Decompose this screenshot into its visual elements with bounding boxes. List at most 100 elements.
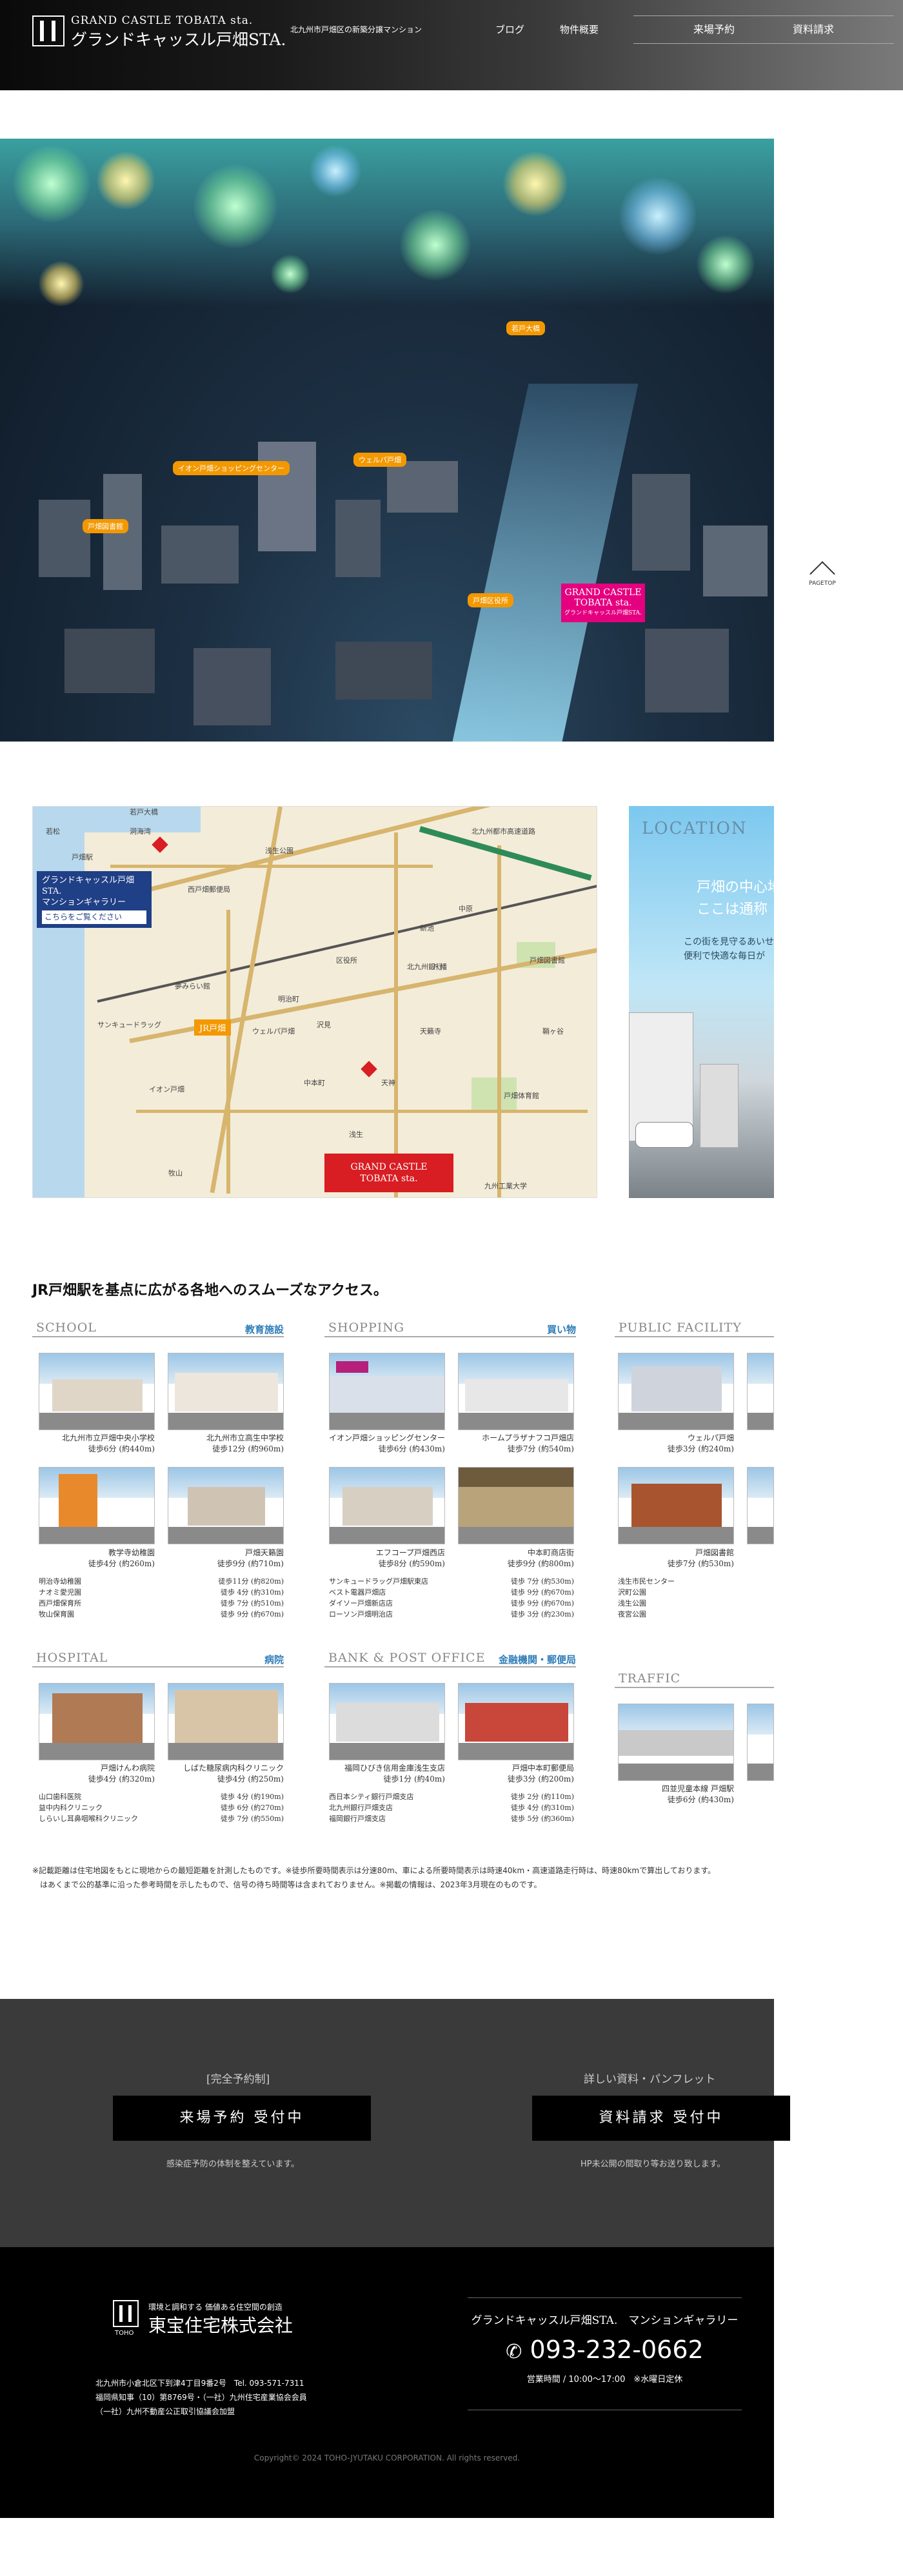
category-school: SCHOOL 教育施設 bbox=[32, 1321, 284, 1337]
list-school-2: ナオミ愛児園 徒歩 4分 (約310m) bbox=[39, 1587, 284, 1598]
address-line: 福岡県知事（10）第8769号・（一社）九州住宅産業協会会員 bbox=[95, 2393, 307, 2402]
caption-name: エフコープ戸畑西店 bbox=[375, 1548, 445, 1557]
photo-bank-2 bbox=[458, 1683, 574, 1760]
caption-school-2: 北九州市立高生中学校 徒歩12分 (約960m) bbox=[168, 1433, 284, 1455]
hero-property-pin: GRAND CASTLE TOBATA sta. グランドキャッスル戸畑STA. bbox=[561, 584, 645, 622]
caption-name: 戸畑天籟園 bbox=[244, 1548, 284, 1557]
caption-hospital-2: しばた糖尿病内科クリニック 徒歩4分 (約250m) bbox=[168, 1763, 284, 1785]
photo-school-4 bbox=[168, 1467, 284, 1544]
hero-label-ward-office: 戸畑区役所 bbox=[468, 593, 513, 607]
list-name: 夜宮公園 bbox=[618, 1610, 646, 1618]
request-materials-button[interactable]: 資料請求 bbox=[733, 15, 894, 44]
hero-pin-line: グランドキャッスル戸畑STA. bbox=[564, 610, 642, 616]
pagetop-button[interactable]: PAGETOP bbox=[804, 558, 840, 591]
caption-school-1: 北九州市立戸畑中央小学校 徒歩6分 (約440m) bbox=[39, 1433, 155, 1455]
caption-distance: 徒歩6分 (約440m) bbox=[88, 1444, 155, 1453]
map-label: ウェルパ戸畑 bbox=[252, 1027, 295, 1036]
visit-reservation-cta-button[interactable]: 来場予約 受付中 bbox=[113, 2096, 371, 2141]
list-name: しらいし耳鼻咽喉科クリニック bbox=[39, 1814, 138, 1823]
list-hospital-3: しらいし耳鼻咽喉科クリニック 徒歩 7分 (約550m) bbox=[39, 1813, 284, 1824]
map-label: 明治町 bbox=[278, 995, 299, 1003]
company-logo-mark[interactable] bbox=[113, 2300, 139, 2327]
note-line: ※記載距離は住宅地図をもとに現地からの最短距離を計測したものです。※徒歩所要時間… bbox=[32, 1866, 716, 1875]
photo-traffic-2 bbox=[747, 1704, 774, 1781]
map-label: 沢見 bbox=[317, 1021, 331, 1029]
map-label: 戸畑駅 bbox=[72, 853, 93, 861]
map-property-pin: GRAND CASTLE TOBATA sta. bbox=[324, 1154, 453, 1192]
cta-section: [完全予約制] 来場予約 受付中 感染症予防の体制を整えています。 詳しい資料・… bbox=[0, 1999, 790, 2247]
nav-overview[interactable]: 物件概要 bbox=[560, 23, 599, 36]
map-station-label: JR戸畑 bbox=[194, 1019, 231, 1036]
hero-label-wakato-bridge: 若戸大橋 bbox=[506, 321, 545, 335]
nav-blog[interactable]: ブログ bbox=[495, 23, 524, 36]
list-name: 沢町公園 bbox=[618, 1588, 646, 1597]
map-label: 北九州都市高速道路 bbox=[471, 827, 535, 836]
caption-name: 戸畑中本町郵便局 bbox=[511, 1764, 574, 1773]
list-public-1: 浅生市民センター bbox=[618, 1576, 774, 1587]
caption-distance: 徒歩9分 (約800m) bbox=[507, 1559, 574, 1568]
list-distance: 徒歩 9分 (約670m) bbox=[510, 1588, 574, 1597]
company-name[interactable]: 東宝住宅株式会社 bbox=[148, 2312, 293, 2337]
map-label: 西戸畑郵便局 bbox=[188, 885, 230, 894]
list-name: 福岡銀行戸畑支店 bbox=[329, 1814, 386, 1823]
hero-pin-line: TOBATA sta. bbox=[574, 598, 632, 608]
request-materials-cta-button[interactable]: 資料請求 受付中 bbox=[532, 2096, 790, 2141]
caption-distance: 徒歩6分 (約430m) bbox=[667, 1795, 734, 1804]
category-en: BANK & POST OFFICE bbox=[328, 1651, 486, 1665]
map-label: 戸畑体育館 bbox=[504, 1092, 539, 1100]
list-shopping-3: ダイソー戸畑新店店 徒歩 9分 (約670m) bbox=[329, 1598, 574, 1609]
company-logo-text: TOHO bbox=[115, 2330, 134, 2337]
map-label: 新池 bbox=[420, 924, 434, 932]
map-label: 中本町 bbox=[304, 1079, 325, 1087]
gallery-hours: 営業時間 / 10:00～17:00 ※水曜日定休 bbox=[526, 2375, 683, 2384]
location-heading: 戸畑の中心地。 ここは通称「浅生」。 bbox=[697, 877, 774, 921]
logo-jp[interactable]: グランドキャッスル戸畑STA. bbox=[71, 27, 286, 50]
map-label: 鞘ヶ谷 bbox=[542, 1027, 564, 1036]
logo-mark[interactable] bbox=[32, 15, 64, 46]
caption-distance: 徒歩8分 (約590m) bbox=[378, 1559, 445, 1568]
list-bank-3: 福岡銀行戸畑支店 徒歩 5分 (約360m) bbox=[329, 1813, 574, 1824]
map-gallery-box[interactable]: グランドキャッスル戸畑STA. マンションギャラリー こちらをご覧ください bbox=[37, 871, 152, 928]
caption-distance: 徒歩9分 (約710m) bbox=[217, 1559, 284, 1568]
list-name: 浅生公園 bbox=[618, 1599, 646, 1608]
map-pin-line: TOBATA sta. bbox=[360, 1174, 418, 1184]
list-school-3: 西戸畑保育所 徒歩 7分 (約510m) bbox=[39, 1598, 284, 1609]
list-distance: 徒歩11分 (約820m) bbox=[218, 1577, 284, 1586]
hero-label-welpa: ウェルパ戸畑 bbox=[353, 453, 406, 467]
map-gallery-line: マンションギャラリー bbox=[42, 898, 126, 907]
list-name: ナオミ愛児園 bbox=[39, 1588, 81, 1597]
list-distance: 徒歩 6分 (約270m) bbox=[220, 1804, 284, 1812]
gallery-link-button[interactable]: こちらをご覧ください bbox=[42, 910, 146, 924]
list-name: サンキュードラッグ戸畑駅東店 bbox=[329, 1577, 428, 1586]
caption-distance: 徒歩7分 (約530m) bbox=[667, 1559, 734, 1568]
address-line: （一社）九州不動産公正取引協議会加盟 bbox=[95, 2407, 235, 2416]
map-label: 天神 bbox=[381, 1079, 395, 1087]
caption-name: ウェルパ戸畑 bbox=[687, 1433, 734, 1442]
category-jp: 買い物 bbox=[546, 1324, 576, 1335]
category-en: SHOPPING bbox=[328, 1321, 405, 1335]
caption-traffic-1: 四並児童本線 戸畑駅 徒歩6分 (約430m) bbox=[618, 1784, 734, 1805]
map-label: 中原 bbox=[459, 905, 473, 913]
caption-shopping-2: ホームプラザナフコ戸畑店 徒歩7分 (約540m) bbox=[458, 1433, 574, 1455]
list-name: 明治寺幼稚園 bbox=[39, 1577, 81, 1586]
hero-label-aeon: イオン戸畑ショッピングセンター bbox=[173, 461, 290, 475]
logo-en[interactable]: GRAND CASTLE TOBATA sta. bbox=[71, 14, 253, 27]
gallery-name: グランドキャッスル戸畑STA. マンションギャラリー bbox=[471, 2314, 739, 2327]
caption-name: 中本町商店街 bbox=[527, 1548, 574, 1557]
list-bank-1: 西日本シティ銀行戸畑支店 徒歩 2分 (約110m) bbox=[329, 1791, 574, 1802]
list-name: 益中内科クリニック bbox=[39, 1804, 103, 1812]
photo-school-2 bbox=[168, 1353, 284, 1430]
list-distance: 徒歩 9分 (約670m) bbox=[510, 1599, 574, 1608]
caption-name: ホームプラザナフコ戸畑店 bbox=[482, 1433, 574, 1442]
category-jp: 教育施設 bbox=[244, 1324, 284, 1335]
map-gallery-line: グランドキャッスル戸畑STA. bbox=[42, 876, 135, 896]
company-address: 北九州市小倉北区下到津4丁目9番2号 Tel. 093-571-7311 福岡県… bbox=[95, 2376, 307, 2419]
category-jp: 金融機関・郵便局 bbox=[498, 1654, 576, 1666]
photo-bank-1 bbox=[329, 1683, 445, 1760]
location-badge: LOCATION bbox=[635, 815, 748, 850]
phone-number[interactable]: 093-232-0662 bbox=[530, 2335, 704, 2364]
caption-name: 戸畑図書館 bbox=[695, 1548, 734, 1557]
caption-hospital-1: 戸畑けんわ病院 徒歩4分 (約320m) bbox=[39, 1763, 155, 1785]
gallery-phone[interactable]: ✆ 093-232-0662 bbox=[468, 2335, 742, 2364]
photo-school-3 bbox=[39, 1467, 155, 1544]
